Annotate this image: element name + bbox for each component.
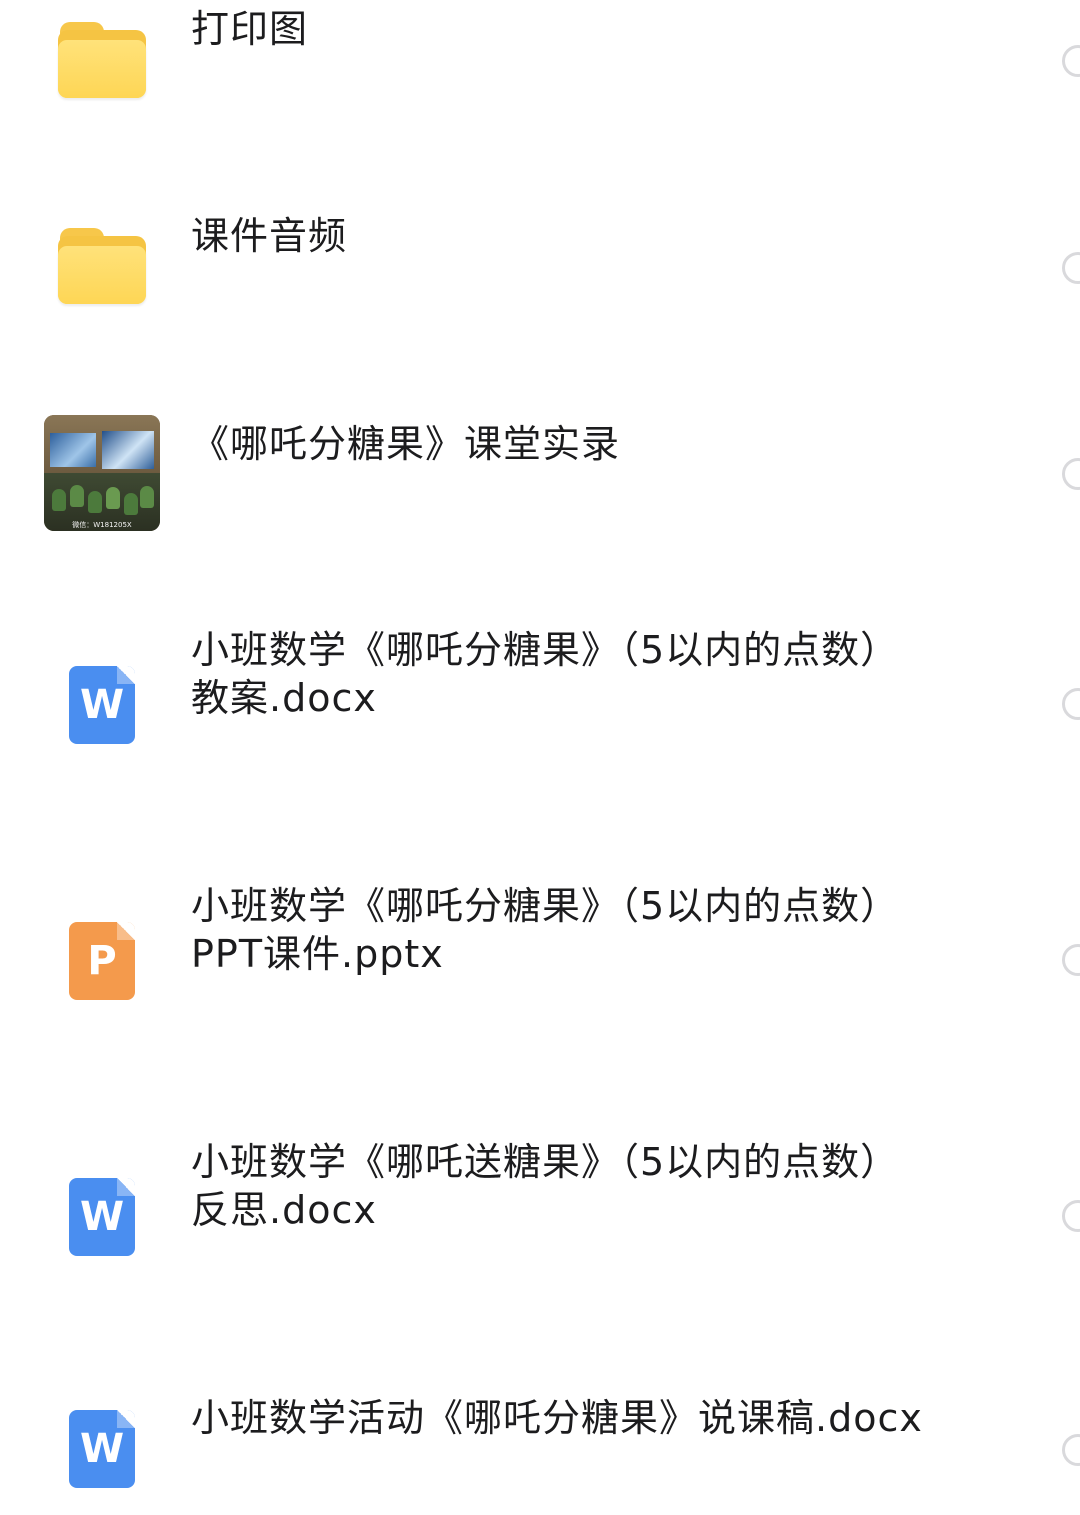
file-list: 打印图 课件音频 微信：W181205X 《哪吒分糖果》课堂实录 W 小班数学《…: [0, 0, 1080, 1515]
word-doc-icon: W: [69, 1410, 135, 1488]
video-thumbnail: 微信：W181205X: [44, 415, 160, 531]
icon-letter: W: [79, 1194, 125, 1240]
select-circle[interactable]: [1062, 458, 1080, 490]
folder-icon: [58, 22, 146, 98]
select-circle[interactable]: [1062, 944, 1080, 976]
select-circle[interactable]: [1062, 1200, 1080, 1232]
file-name: 小班数学《哪吒分糖果》（5以内的点数） 教案.docx: [191, 628, 900, 720]
thumbnail-caption: 微信：W181205X: [72, 521, 132, 529]
file-name: 《哪吒分糖果》课堂实录: [191, 422, 621, 466]
list-item[interactable]: W 小班数学活动《哪吒分糖果》说课稿.docx: [0, 1388, 1080, 1515]
word-doc-icon: W: [69, 666, 135, 744]
icon-letter: P: [87, 938, 117, 984]
file-name: 小班数学活动《哪吒分糖果》说课稿.docx: [191, 1396, 923, 1440]
icon-letter: W: [79, 682, 125, 728]
file-name: 打印图: [191, 7, 309, 51]
file-name: 课件音频: [191, 214, 348, 258]
select-circle[interactable]: [1062, 45, 1080, 77]
select-circle[interactable]: [1062, 1434, 1080, 1466]
file-name: 小班数学《哪吒分糖果》（5以内的点数） PPT课件.pptx: [191, 884, 900, 976]
folder-icon: [58, 228, 146, 304]
list-item[interactable]: W 小班数学《哪吒送糖果》（5以内的点数） 反思.docx: [0, 1132, 1080, 1292]
list-item[interactable]: 微信：W181205X 《哪吒分糖果》课堂实录: [0, 400, 1080, 550]
list-item[interactable]: 课件音频: [0, 190, 1080, 330]
icon-letter: W: [79, 1426, 125, 1472]
word-doc-icon: W: [69, 1178, 135, 1256]
ppt-doc-icon: P: [69, 922, 135, 1000]
file-name: 小班数学《哪吒送糖果》（5以内的点数） 反思.docx: [191, 1140, 900, 1232]
list-item[interactable]: 打印图: [0, 0, 1080, 140]
select-circle[interactable]: [1062, 688, 1080, 720]
list-item[interactable]: W 小班数学《哪吒分糖果》（5以内的点数） 教案.docx: [0, 620, 1080, 780]
list-item[interactable]: P 小班数学《哪吒分糖果》（5以内的点数） PPT课件.pptx: [0, 876, 1080, 1036]
select-circle[interactable]: [1062, 252, 1080, 284]
